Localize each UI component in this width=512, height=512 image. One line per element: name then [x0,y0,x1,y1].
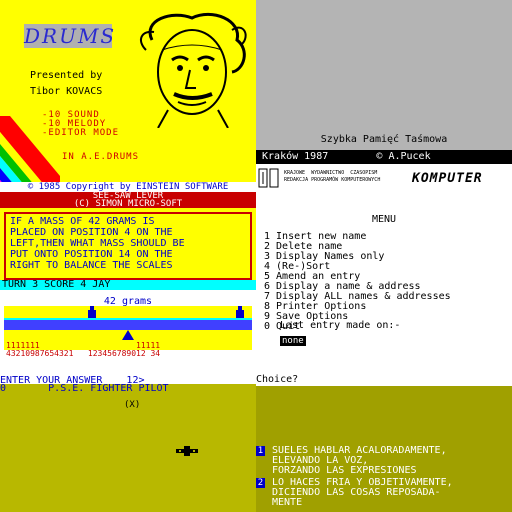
seesaw-question-area: IF A MASS OF 42 GRAMS IS PLACED ON POSIT… [0,208,256,280]
krakow-bar: Kraków 1987 © A.Pucek [256,150,512,164]
answer-option-1[interactable]: SUELES HABLAR ACALORADAMENTE, ELEVANDO L… [272,446,447,476]
answer-input[interactable]: ENTER YOUR ANSWER 12> [0,375,145,384]
last-entry-value: none [280,336,306,346]
fighter-pilot-title: 0 P.S.E. FIGHTER PILOT [0,384,256,394]
komputer-menu-screen: Kraków 1987 © A.Pucek KRAJOWE WYDAWNICTW… [256,150,512,384]
menu-title: MENU [371,214,397,225]
answer-number-1: 1 [256,446,265,456]
einstein-copyright: © 1985 Copyright by EINSTEIN SOFTWARE [0,182,256,192]
crosshair-marker: (X) [124,400,141,410]
choice-prompt[interactable]: Choice? [256,374,512,386]
question-box: IF A MASS OF 42 GRAMS IS PLACED ON POSIT… [4,212,252,280]
komputer-title-area: Szybka Pamięć Taśmowa [256,0,512,150]
tagline: IN A.E.DRUMS [62,152,140,162]
menu-list[interactable]: 1 Insert new name 2 Delete name 3 Displa… [264,232,451,332]
author-name: Tibor KOVACS [30,86,103,97]
presented-by: Presented by [30,70,103,81]
answer-number-2: 2 [256,478,265,488]
program-title: Szybka Pamięć Taśmowa [320,134,448,145]
question-text: IF A MASS OF 42 GRAMS IS PLACED ON POSIT… [10,216,185,271]
seesaw-copyright: SEE-SAW LEVER (C) SIMON MICRO-SOFT [0,192,256,208]
publisher-logo-icon [258,168,279,188]
drums-logo: DRUMS [24,24,117,48]
spanish-quiz-screen: 1 SUELES HABLAR ACALORADAMENTE, ELEVANDO… [256,384,512,512]
answer-area: ENTER YOUR ANSWER 12> [0,360,256,384]
einstein-portrait-icon [139,12,247,128]
last-entry-label: Last entry made on:- [280,320,401,331]
position-digits-bottom: 43210987654321 123456789012 34 [6,349,161,358]
komputer-logo: KOMPUTER [412,171,483,186]
answer-option-2[interactable]: LO HACES FRIA Y OBJETIVAMENTE, DICIENDO … [272,478,453,508]
fighter-pilot-screen: 0 P.S.E. FIGHTER PILOT (X) [0,384,256,512]
drums-screen: DRUMS Presented by Tibor KOVACS -10 SOUN… [0,0,256,192]
rainbow-stripes-icon [0,116,60,192]
publisher-info: KRAJOWE WYDAWNICTWO CZASOPISM REDAKCJA P… [256,168,512,190]
aircraft-icon [176,446,198,456]
scale-area: 42 grams 1111111 11111 43210987654321 12… [0,290,256,360]
choice-bar: Choice? [256,374,512,386]
seesaw-credit: (C) SIMON MICRO-SOFT [73,199,183,209]
publisher-text: KRAJOWE WYDAWNICTWO CZASOPISM REDAKCJA P… [284,170,381,183]
turn-score-bar: TURN 3 SCORE 4 JAY [0,280,256,290]
